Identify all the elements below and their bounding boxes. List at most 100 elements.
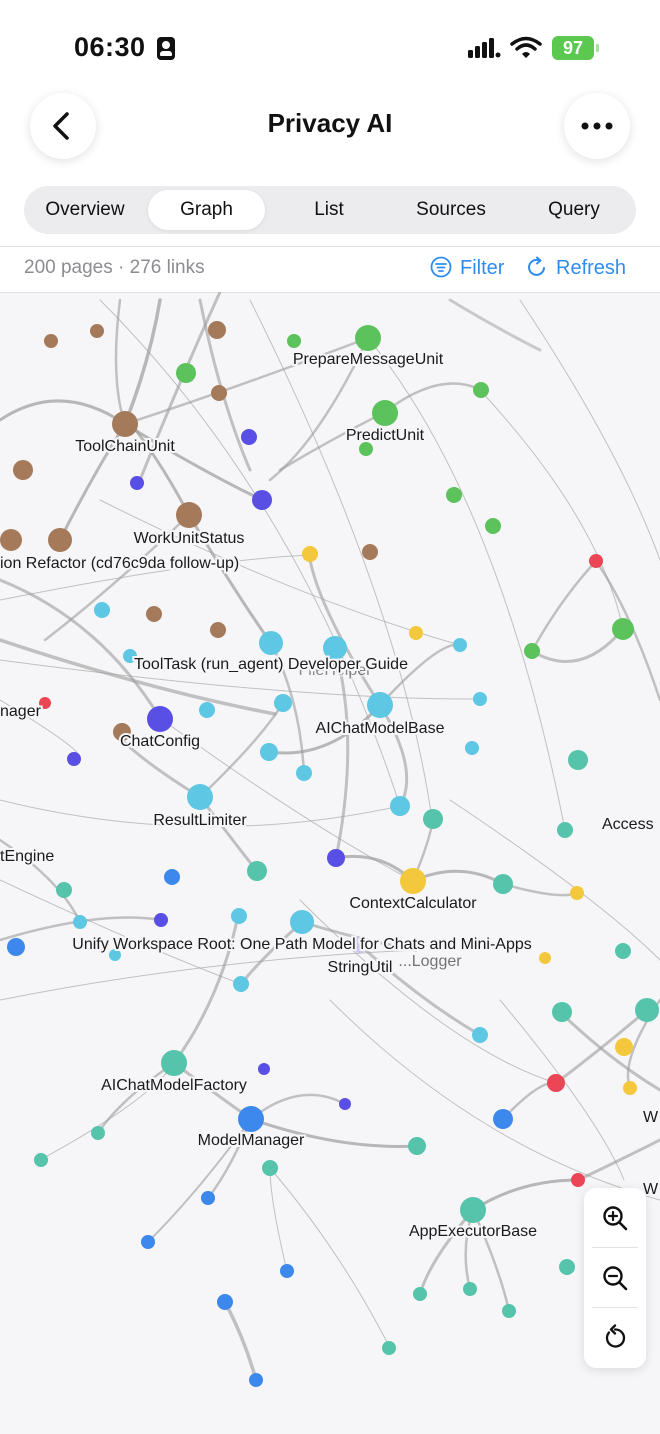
graph-node[interactable]: [473, 692, 487, 706]
graph-node[interactable]: [472, 1027, 488, 1043]
graph-node[interactable]: [7, 938, 25, 956]
graph-node[interactable]: [502, 1304, 516, 1318]
node-label[interactable]: W: [641, 1107, 660, 1128]
graph-node[interactable]: [372, 400, 398, 426]
graph-node[interactable]: [539, 952, 551, 964]
knowledge-graph[interactable]: PrepareMessageUnit PredictUnit ToolChain…: [0, 292, 660, 1434]
node-label[interactable]: ResultLimiter: [151, 810, 249, 831]
graph-node[interactable]: [280, 1264, 294, 1278]
graph-node[interactable]: [56, 882, 72, 898]
graph-node[interactable]: [208, 321, 226, 339]
graph-node[interactable]: [355, 325, 381, 351]
graph-node[interactable]: [252, 490, 272, 510]
node-label[interactable]: ion Refactor (cd76c9da follow-up): [0, 553, 241, 574]
graph-node[interactable]: [408, 1137, 426, 1155]
node-label[interactable]: AIChatModelFactory: [99, 1075, 249, 1096]
graph-node[interactable]: [612, 618, 634, 640]
graph-node[interactable]: [524, 643, 540, 659]
graph-node[interactable]: [231, 908, 247, 924]
graph-node[interactable]: [146, 606, 162, 622]
graph-node[interactable]: [446, 487, 462, 503]
graph-node[interactable]: [465, 741, 479, 755]
graph-node[interactable]: [34, 1153, 48, 1167]
graph-node[interactable]: [623, 1081, 637, 1095]
node-label[interactable]: ContextCalculator: [347, 893, 479, 914]
node-label[interactable]: StringUtil: [326, 957, 395, 978]
graph-nodes[interactable]: [0, 321, 659, 1387]
graph-node[interactable]: [339, 1098, 351, 1110]
graph-node[interactable]: [201, 1191, 215, 1205]
graph-node[interactable]: [460, 1197, 486, 1223]
graph-node[interactable]: [568, 750, 588, 770]
graph-node[interactable]: [67, 752, 81, 766]
graph-node[interactable]: [176, 502, 202, 528]
graph-node[interactable]: [589, 554, 603, 568]
graph-node[interactable]: [130, 476, 144, 490]
graph-node[interactable]: [258, 1063, 270, 1075]
graph-node[interactable]: [259, 631, 283, 655]
node-label[interactable]: ToolTask (run_agent) Developer Guide: [132, 654, 410, 675]
graph-node[interactable]: [217, 1294, 233, 1310]
zoom-in-button[interactable]: [584, 1188, 646, 1248]
graph-node[interactable]: [112, 411, 138, 437]
graph-node[interactable]: [362, 544, 378, 560]
node-label[interactable]: tEngine: [0, 846, 56, 867]
node-label[interactable]: PredictUnit: [344, 425, 427, 446]
graph-node[interactable]: [154, 913, 168, 927]
graph-node[interactable]: [485, 518, 501, 534]
graph-node[interactable]: [141, 1235, 155, 1249]
graph-node[interactable]: [390, 796, 410, 816]
graph-node[interactable]: [570, 886, 584, 900]
reset-view-button[interactable]: [584, 1308, 646, 1368]
graph-node[interactable]: [260, 743, 278, 761]
graph-node[interactable]: [327, 849, 345, 867]
tab-graph[interactable]: Graph: [148, 190, 265, 230]
graph-node[interactable]: [557, 822, 573, 838]
node-label[interactable]: ToolChainUnit: [73, 436, 177, 457]
graph-node[interactable]: [13, 460, 33, 480]
graph-node[interactable]: [44, 334, 58, 348]
graph-node[interactable]: [94, 602, 110, 618]
more-options-button[interactable]: [564, 93, 630, 159]
node-label[interactable]: ChatConfig: [118, 731, 202, 752]
graph-node[interactable]: [559, 1259, 575, 1275]
graph-node[interactable]: [409, 626, 423, 640]
graph-node[interactable]: [164, 869, 180, 885]
node-label[interactable]: nager: [0, 701, 44, 722]
graph-node[interactable]: [552, 1002, 572, 1022]
graph-node[interactable]: [453, 638, 467, 652]
graph-node[interactable]: [359, 442, 373, 456]
node-label[interactable]: AIChatModelBase: [314, 718, 447, 739]
graph-node[interactable]: [241, 429, 257, 445]
node-label[interactable]: ...Logger: [396, 951, 464, 972]
graph-node[interactable]: [210, 622, 226, 638]
graph-node[interactable]: [493, 1109, 513, 1129]
graph-node[interactable]: [262, 1160, 278, 1176]
graph-node[interactable]: [413, 1287, 427, 1301]
graph-node[interactable]: [247, 861, 267, 881]
graph-node[interactable]: [493, 874, 513, 894]
graph-node[interactable]: [73, 915, 87, 929]
tab-sources[interactable]: Sources: [393, 190, 509, 230]
tab-overview[interactable]: Overview: [28, 190, 142, 230]
graph-node[interactable]: [615, 943, 631, 959]
tab-query[interactable]: Query: [516, 190, 632, 230]
graph-canvas[interactable]: PrepareMessageUnit PredictUnit ToolChain…: [0, 292, 660, 1434]
graph-node[interactable]: [187, 784, 213, 810]
node-label[interactable]: ModelManager: [196, 1130, 307, 1151]
graph-node[interactable]: [296, 765, 312, 781]
graph-node[interactable]: [90, 324, 104, 338]
graph-node[interactable]: [287, 334, 301, 348]
graph-node[interactable]: [400, 868, 426, 894]
graph-node[interactable]: [91, 1126, 105, 1140]
graph-node[interactable]: [382, 1341, 396, 1355]
tab-list[interactable]: List: [272, 190, 386, 230]
graph-node[interactable]: [211, 385, 227, 401]
graph-node[interactable]: [274, 694, 292, 712]
graph-node[interactable]: [199, 702, 215, 718]
graph-node[interactable]: [367, 692, 393, 718]
graph-node[interactable]: [463, 1282, 477, 1296]
refresh-button[interactable]: Refresh: [526, 256, 626, 280]
node-label[interactable]: PrepareMessageUnit: [291, 349, 446, 370]
graph-node[interactable]: [635, 998, 659, 1022]
